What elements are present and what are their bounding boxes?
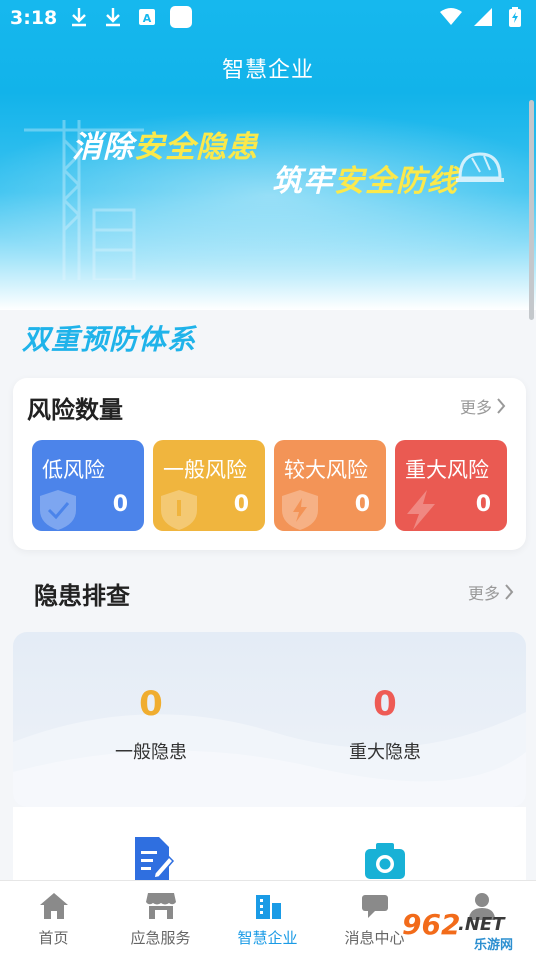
svg-text:A: A bbox=[143, 12, 152, 25]
document-edit-icon[interactable] bbox=[131, 835, 175, 883]
banner-slogan-1: 消除安全隐患 bbox=[72, 130, 258, 165]
risk-more-link[interactable]: 更多 bbox=[460, 394, 506, 418]
app-notification-icon bbox=[170, 6, 192, 28]
scrollbar[interactable] bbox=[529, 100, 534, 320]
section-title: 双重预防体系 bbox=[22, 323, 197, 356]
risk-tile-large[interactable]: 较大风险 0 bbox=[274, 440, 386, 531]
risk-tile-value: 0 bbox=[233, 492, 249, 517]
risk-card-title: 风险数量 bbox=[27, 396, 123, 424]
risk-tile-label: 一般风险 bbox=[163, 458, 247, 482]
building-icon bbox=[256, 895, 281, 919]
shield-alert-icon bbox=[161, 490, 197, 530]
page-title: 智慧企业 bbox=[221, 58, 314, 83]
shield-bolt-icon bbox=[282, 490, 318, 530]
signal-icon bbox=[472, 6, 494, 28]
chevron-right-icon bbox=[497, 398, 506, 414]
major-hazard-count[interactable]: 0 bbox=[325, 684, 445, 724]
status-time: 3:18 bbox=[10, 7, 58, 29]
tab-home[interactable]: 首页 bbox=[0, 881, 107, 954]
risk-tile-label: 重大风险 bbox=[405, 458, 489, 482]
major-hazard-label: 重大隐患 bbox=[349, 742, 421, 763]
hazard-card: 0 一般隐患 0 重大隐患 bbox=[13, 632, 526, 807]
store-icon bbox=[146, 893, 176, 919]
helmet-icon bbox=[456, 152, 504, 182]
chevron-right-icon bbox=[505, 584, 514, 600]
home-icon bbox=[40, 893, 68, 919]
risk-tile-value: 0 bbox=[354, 492, 370, 517]
shield-check-icon bbox=[40, 490, 76, 530]
keyboard-a-icon: A bbox=[136, 6, 158, 28]
banner-slogan-2: 筑牢安全防线 bbox=[272, 164, 458, 199]
download-icon bbox=[102, 6, 124, 28]
tab-smart-enterprise[interactable]: 智慧企业 bbox=[214, 881, 321, 954]
general-hazard-label: 一般隐患 bbox=[115, 742, 187, 763]
bolt-icon bbox=[407, 490, 435, 530]
risk-tile-value: 0 bbox=[475, 492, 491, 517]
watermark-logo: 962 .NET 乐游网 bbox=[402, 908, 514, 953]
wifi-icon bbox=[440, 6, 462, 28]
risk-tile-value: 0 bbox=[112, 492, 128, 517]
risk-tile-general[interactable]: 一般风险 0 bbox=[153, 440, 265, 531]
wave-decoration bbox=[13, 712, 526, 807]
risk-tile-major[interactable]: 重大风险 0 bbox=[395, 440, 507, 531]
risk-tile-label: 较大风险 bbox=[284, 458, 368, 482]
hazard-section-title: 隐患排查 bbox=[34, 582, 130, 610]
battery-icon bbox=[504, 6, 526, 28]
status-bar: 3:18 A bbox=[0, 0, 536, 36]
camera-icon[interactable] bbox=[363, 835, 407, 883]
tab-emergency-service[interactable]: 应急服务 bbox=[107, 881, 214, 954]
chat-icon bbox=[362, 895, 388, 918]
general-hazard-count[interactable]: 0 bbox=[91, 684, 211, 724]
risk-tile-low[interactable]: 低风险 0 bbox=[32, 440, 144, 531]
risk-card: 风险数量 更多 低风险 0 一般风险 0 较大风险 0 重大风险 0 bbox=[13, 378, 526, 550]
download-icon bbox=[68, 6, 90, 28]
risk-tile-label: 低风险 bbox=[42, 458, 105, 482]
hazard-more-link[interactable]: 更多 bbox=[468, 580, 514, 604]
